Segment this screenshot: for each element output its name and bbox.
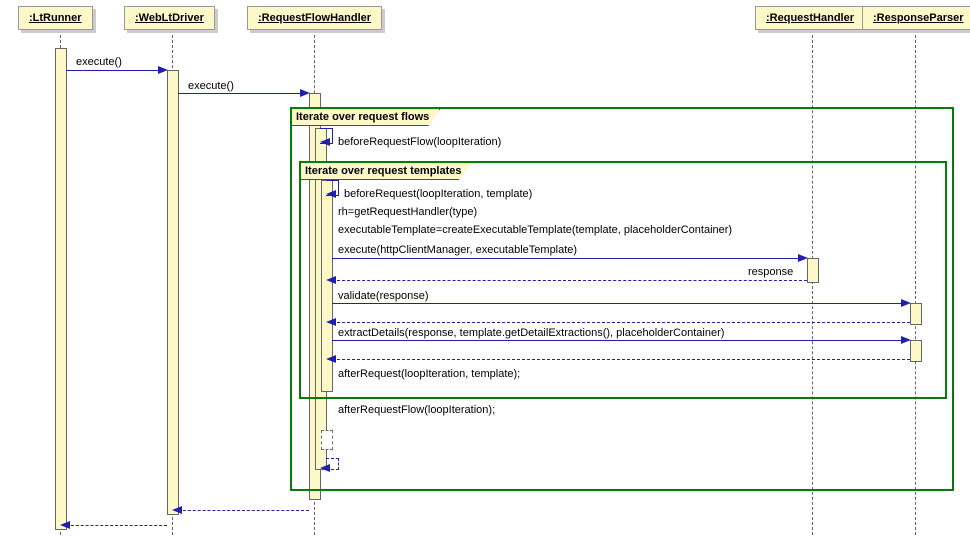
message-label-afterrequest: afterRequest(loopIteration, template); bbox=[338, 368, 520, 380]
dashed-activation bbox=[321, 430, 333, 450]
participant-webltdriver: :WebLtDriver bbox=[124, 6, 215, 30]
message-return-arrow bbox=[66, 525, 167, 526]
arrow-head bbox=[326, 276, 336, 284]
participant-ltrunner: :LtRunner bbox=[18, 6, 93, 30]
message-arrow bbox=[332, 340, 908, 341]
fragment-label: Iterate over request templates bbox=[301, 163, 473, 180]
message-return-arrow bbox=[178, 510, 309, 511]
message-label-createexecutabletemplate: executableTemplate=createExecutableTempl… bbox=[338, 224, 732, 236]
participant-label: :RequestHandler bbox=[766, 12, 854, 24]
arrow-head bbox=[326, 190, 336, 198]
message-label-validate: validate(response) bbox=[338, 290, 429, 302]
message-return-arrow bbox=[332, 359, 910, 360]
arrow-head bbox=[326, 318, 336, 326]
message-label-beforerequestflow: beforeRequestFlow(loopIteration) bbox=[338, 136, 501, 148]
arrow-head bbox=[158, 66, 168, 74]
participant-label: :RequestFlowHandler bbox=[258, 12, 371, 24]
fragment-label: Iterate over request flows bbox=[292, 109, 440, 126]
arrow-head bbox=[798, 254, 808, 262]
arrow-head bbox=[300, 89, 310, 97]
participant-label: :ResponseParser bbox=[873, 12, 964, 24]
message-label-afterrequestflow: afterRequestFlow(loopIteration); bbox=[338, 404, 495, 416]
message-return-arrow bbox=[332, 322, 910, 323]
participant-requestflowhandler: :RequestFlowHandler bbox=[247, 6, 382, 30]
activation-bar bbox=[167, 70, 179, 515]
arrow-head bbox=[901, 336, 911, 344]
message-label-extractdetails: extractDetails(response, template.getDet… bbox=[338, 327, 724, 339]
message-label-execute: execute() bbox=[76, 56, 122, 68]
message-label-getrequesthandler: rh=getRequestHandler(type) bbox=[338, 206, 477, 218]
participant-responseparser: :ResponseParser bbox=[862, 6, 970, 30]
arrow-head bbox=[172, 506, 182, 514]
message-arrow bbox=[332, 303, 908, 304]
participant-requesthandler: :RequestHandler bbox=[755, 6, 865, 30]
message-label-execute: execute() bbox=[188, 80, 234, 92]
arrow-head bbox=[326, 355, 336, 363]
message-arrow bbox=[332, 258, 804, 259]
message-arrow bbox=[66, 70, 161, 71]
message-label-beforerequest: beforeRequest(loopIteration, template) bbox=[344, 188, 532, 200]
message-arrow bbox=[178, 93, 304, 94]
participant-label: :WebLtDriver bbox=[135, 12, 204, 24]
activation-bar bbox=[55, 48, 67, 530]
arrow-head bbox=[901, 299, 911, 307]
message-return-arrow bbox=[332, 280, 807, 281]
arrow-head bbox=[320, 464, 330, 472]
fragment-title: Iterate over request templates bbox=[305, 165, 462, 177]
participant-label: :LtRunner bbox=[29, 12, 82, 24]
arrow-head bbox=[320, 138, 330, 146]
fragment-title: Iterate over request flows bbox=[296, 111, 429, 123]
arrow-head bbox=[60, 521, 70, 529]
message-label-execute-handler: execute(httpClientManager, executableTem… bbox=[338, 244, 577, 256]
message-label-response: response bbox=[748, 266, 793, 278]
